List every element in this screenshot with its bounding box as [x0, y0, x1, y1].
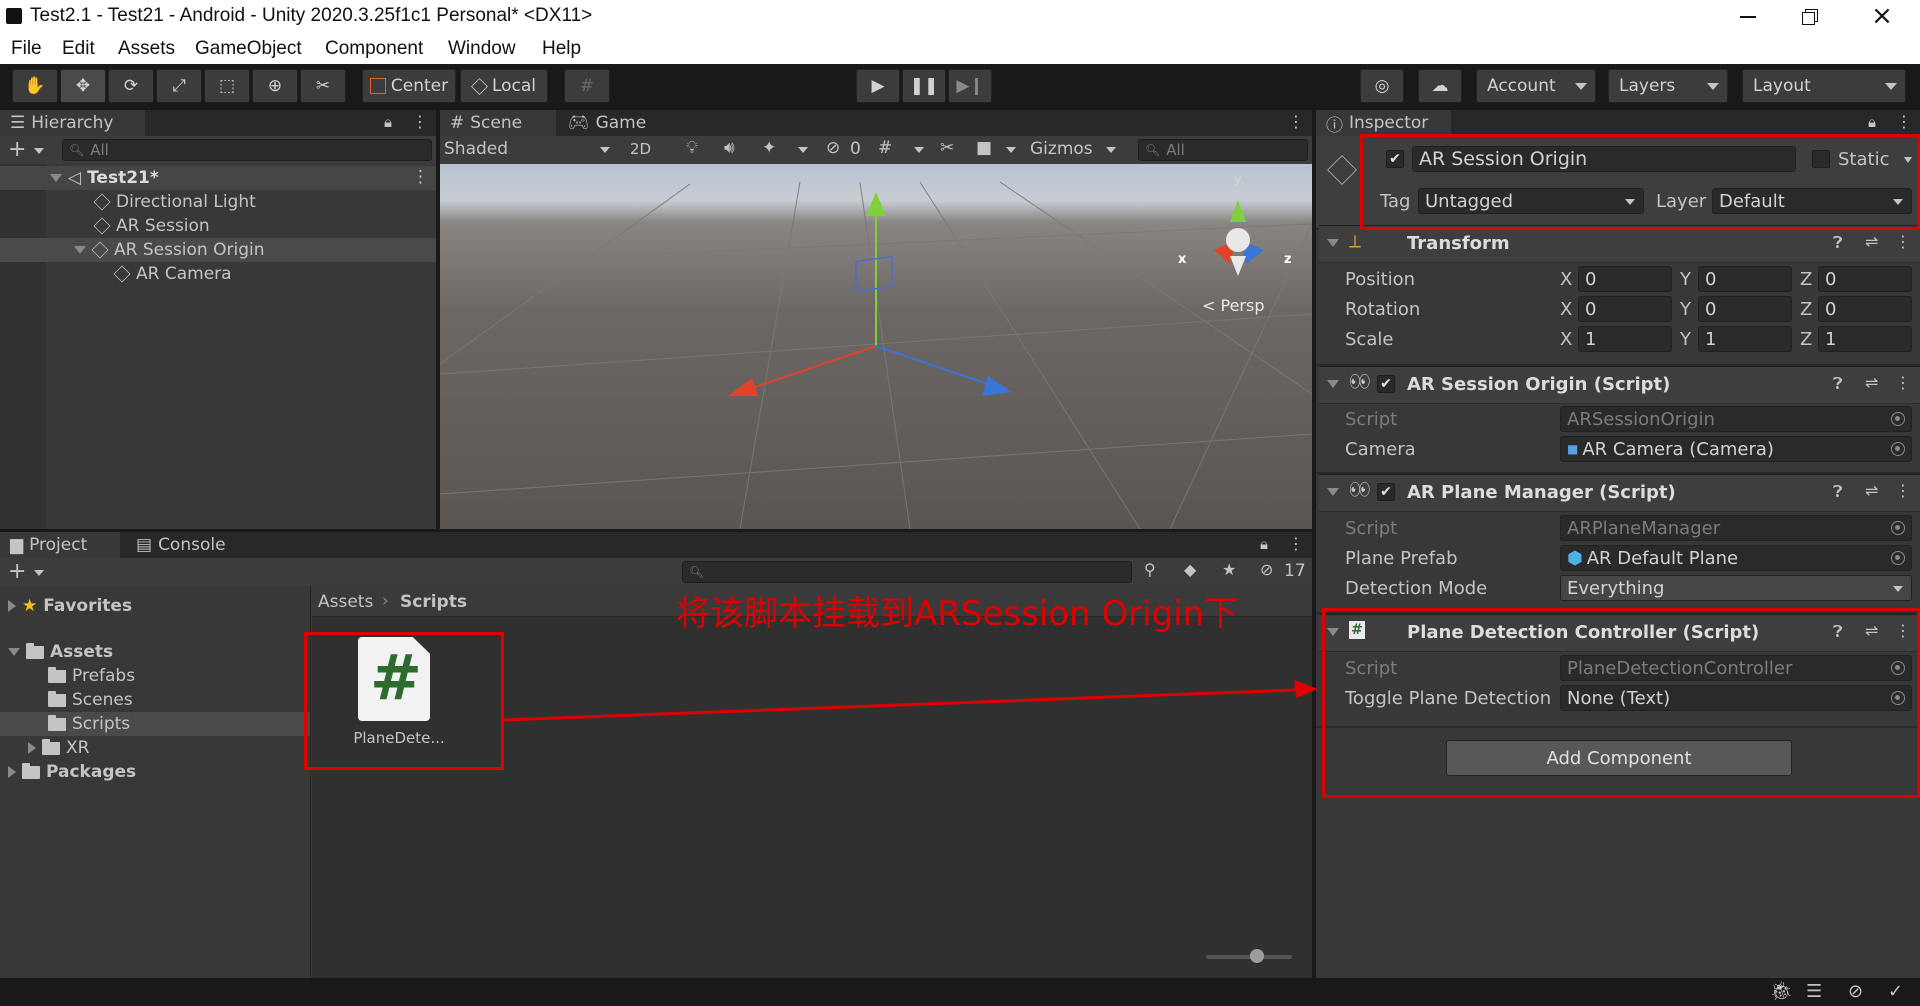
annotation-arrow	[503, 680, 1318, 722]
annotation-text: 将该脚本挂载到ARSession Origin下	[676, 594, 1239, 634]
